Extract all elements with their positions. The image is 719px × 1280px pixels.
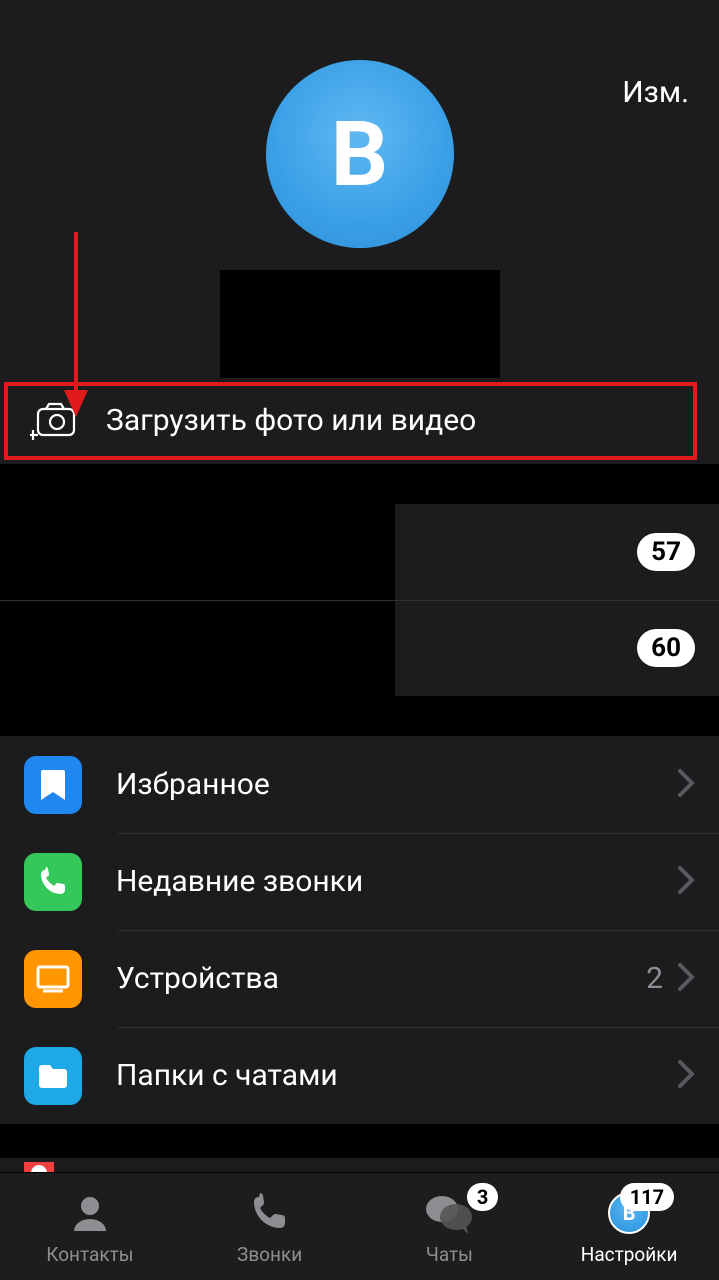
info-section: 57 60: [0, 504, 719, 696]
tab-chats[interactable]: 3 Чаты: [360, 1189, 540, 1266]
camera-plus-icon: [30, 400, 78, 440]
chevron-right-icon: [677, 1059, 695, 1093]
upload-label: Загрузить фото или видео: [106, 403, 476, 438]
avatar[interactable]: В: [266, 60, 454, 248]
bookmark-icon: [24, 756, 82, 814]
tab-label: Чаты: [426, 1243, 473, 1266]
info-badge: 60: [637, 629, 695, 667]
chevron-right-icon: [677, 768, 695, 802]
menu-item-recent-calls[interactable]: Недавние звонки: [0, 833, 719, 930]
chevron-right-icon: [677, 962, 695, 996]
tab-bar: Контакты Звонки 3 Чаты В 117: [0, 1172, 719, 1280]
profile-header: Изм. В Загрузить фото или видео: [0, 0, 719, 464]
tab-settings[interactable]: В 117 Настройки: [539, 1189, 719, 1266]
upload-photo-row[interactable]: Загрузить фото или видео: [0, 378, 719, 464]
tab-contacts[interactable]: Контакты: [0, 1189, 180, 1266]
tab-badge: 3: [467, 1183, 498, 1211]
tab-label: Звонки: [237, 1243, 302, 1266]
monitor-icon: [24, 950, 82, 1008]
menu-label: Папки с чатами: [116, 1058, 677, 1093]
avatar-letter: В: [331, 102, 388, 207]
menu-label: Недавние звонки: [116, 864, 677, 899]
tab-calls[interactable]: Звонки: [180, 1189, 360, 1266]
menu-label: Устройства: [116, 961, 646, 996]
info-row[interactable]: 60: [0, 600, 719, 696]
tab-label: Контакты: [46, 1243, 133, 1266]
settings-avatar-icon: В 117: [608, 1189, 650, 1237]
phone-icon: [249, 1189, 291, 1237]
tab-label: Настройки: [581, 1243, 678, 1266]
phone-icon: [24, 853, 82, 911]
menu-item-devices[interactable]: Устройства 2: [0, 930, 719, 1027]
menu-item-chat-folders[interactable]: Папки с чатами: [0, 1027, 719, 1124]
menu-section: Избранное Недавние звонки Устройства: [0, 736, 719, 1124]
username-redacted: [220, 270, 500, 378]
contact-icon: [68, 1189, 112, 1237]
folder-icon: [24, 1047, 82, 1105]
chat-icon: 3: [424, 1189, 474, 1237]
edit-button[interactable]: Изм.: [622, 75, 689, 110]
info-row[interactable]: 57: [0, 504, 719, 600]
info-badge: 57: [637, 533, 695, 571]
menu-item-favorites[interactable]: Избранное: [0, 736, 719, 833]
notification-icon: [24, 1162, 54, 1172]
menu-value: 2: [646, 961, 663, 996]
info-redacted: [0, 504, 395, 600]
menu-item-partial[interactable]: [0, 1158, 719, 1172]
chevron-right-icon: [677, 865, 695, 899]
tab-badge: 117: [620, 1183, 674, 1211]
menu-label: Избранное: [116, 767, 677, 802]
info-redacted: [0, 600, 395, 696]
